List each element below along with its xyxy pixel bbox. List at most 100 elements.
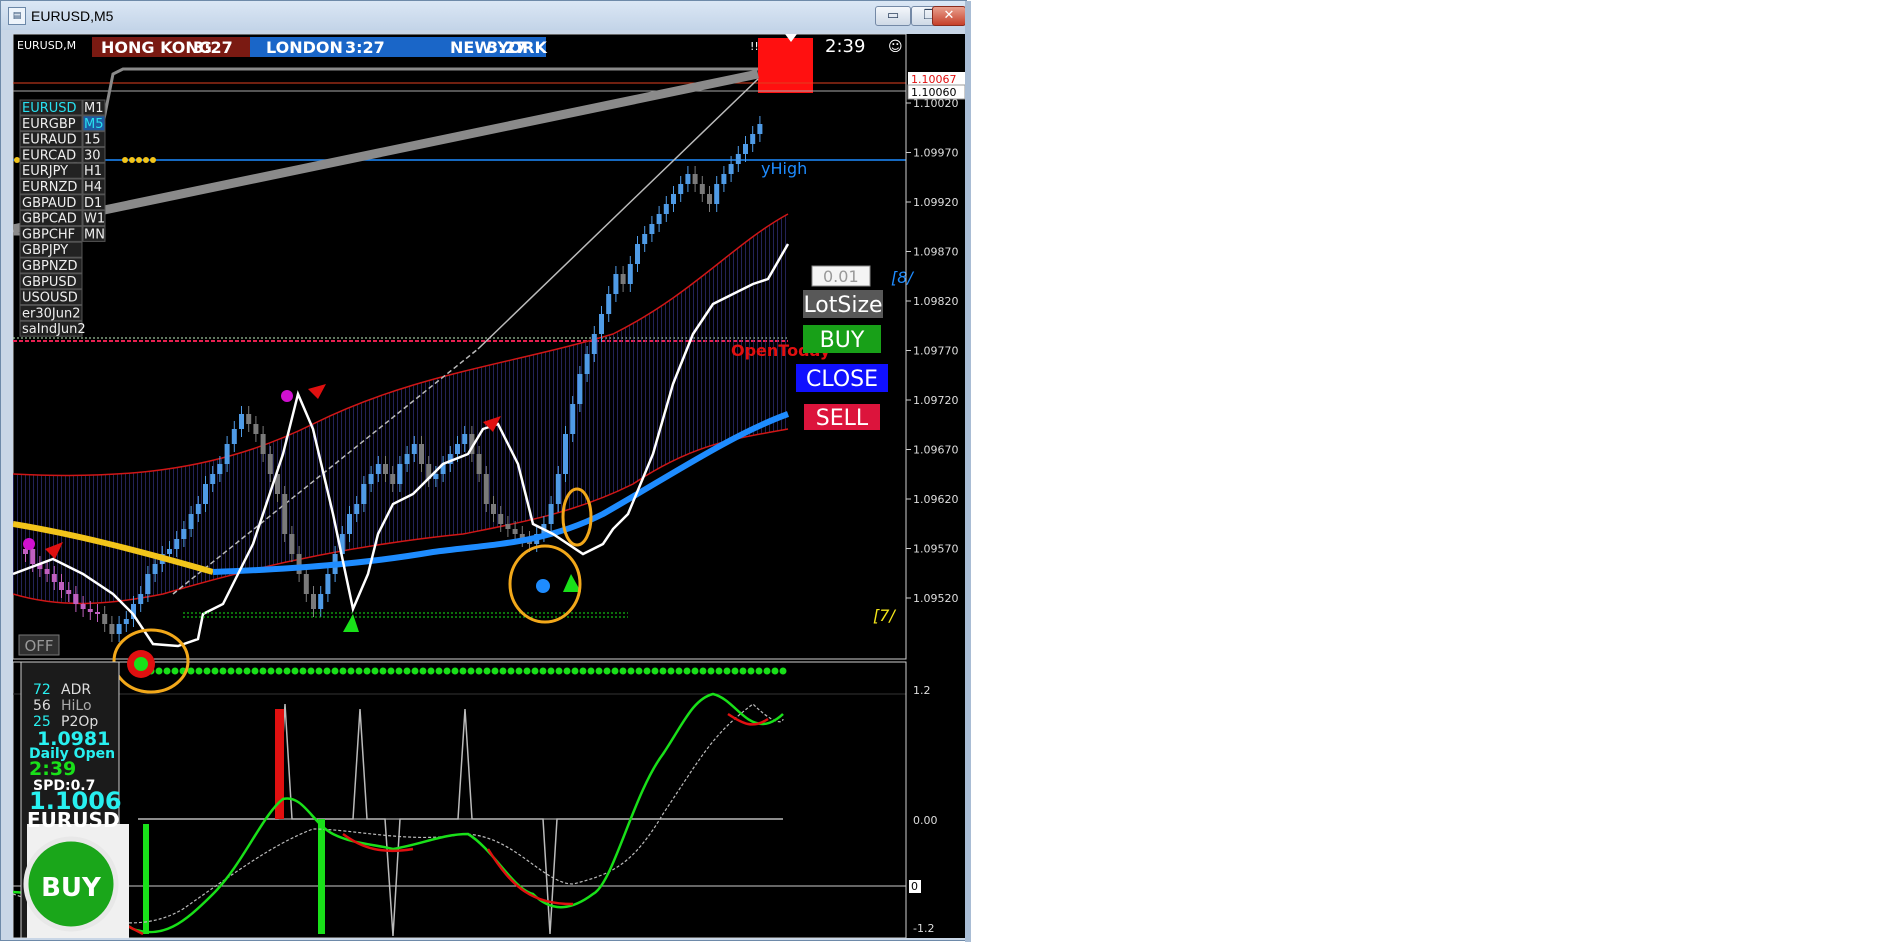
support-dot — [491, 667, 499, 675]
support-dot — [603, 667, 611, 675]
price-label: 1.09670 — [913, 444, 959, 457]
candle-body — [59, 582, 64, 590]
adr-label: ADR — [61, 682, 91, 698]
candle-body — [728, 164, 734, 174]
symbol-item-gbpnzd[interactable]: GBPNZD — [19, 257, 83, 274]
symbol-item-gbpjpy[interactable]: GBPJPY — [19, 241, 83, 258]
candle-body — [613, 274, 619, 294]
symbol-item-er30jun2[interactable]: er30Jun2 — [19, 304, 83, 321]
support-dot — [739, 667, 747, 675]
candle-body — [714, 184, 720, 204]
timeframe-item-m1[interactable]: M1 — [82, 99, 106, 116]
symbol-item-gbpusd[interactable]: GBPUSD — [19, 273, 83, 290]
support-dot — [555, 667, 563, 675]
candle-body — [267, 454, 273, 474]
indicator-axis-label: 1.2 — [913, 684, 931, 697]
close-window-button[interactable]: ✕ — [932, 6, 966, 26]
support-dot — [355, 667, 363, 675]
symbol-list[interactable]: EURUSDEURGBPEURAUDEURCADEURJPYEURNZDGBPA… — [19, 99, 86, 337]
support-dot — [403, 667, 411, 675]
svg-text:USOUSD: USOUSD — [22, 291, 78, 306]
buy-signal-label: BUY — [41, 873, 102, 903]
symbol-item-eurnzd[interactable]: EURNZD — [19, 178, 83, 195]
candle-body — [404, 454, 410, 464]
candle-body — [548, 504, 554, 524]
chart-area[interactable]: HONG KONG 3:27 LONDON 3:27 NEW YORK 3:27… — [13, 34, 965, 938]
support-dot — [667, 667, 675, 675]
support-dot — [323, 667, 331, 675]
svg-text:er30Jun2: er30Jun2 — [22, 306, 80, 321]
svg-text:EURJPY: EURJPY — [22, 164, 68, 179]
svg-text:saIndJun2: saIndJun2 — [22, 322, 86, 337]
support-dot — [539, 667, 547, 675]
support-dot — [531, 667, 539, 675]
timeframe-item-h1[interactable]: H1 — [82, 162, 106, 179]
support-dot — [155, 667, 163, 675]
support-dot — [699, 667, 707, 675]
candle-body — [620, 274, 626, 284]
price-chart-svg[interactable]: HONG KONG 3:27 LONDON 3:27 NEW YORK 3:27… — [13, 34, 965, 938]
title-bar[interactable]: ▤ EURUSD,M5 ▭ ❐ ✕ — [1, 1, 966, 30]
timeframe-item-30[interactable]: 30 — [82, 146, 106, 163]
timeframe-item-m5[interactable]: M5 — [82, 115, 106, 132]
symbol-item-eurusd[interactable]: EURUSD — [19, 99, 83, 116]
timeframe-item-15[interactable]: 15 — [82, 131, 106, 148]
candle-body — [231, 429, 237, 444]
candle-body — [51, 574, 57, 582]
support-dot — [435, 667, 443, 675]
blue-dot-marker — [536, 579, 550, 593]
support-dot — [411, 667, 419, 675]
symbol-item-euraud[interactable]: EURAUD — [19, 131, 83, 148]
svg-text:EURUSD: EURUSD — [22, 101, 77, 116]
indicator-axis-label: -1.2 — [913, 922, 934, 935]
symbol-item-gbpchf[interactable]: GBPCHF — [19, 225, 83, 242]
candle-body — [44, 569, 50, 574]
support-dot — [331, 667, 339, 675]
timeframe-item-w1[interactable]: W1 — [82, 210, 106, 227]
price-label: 1.09970 — [913, 147, 959, 160]
info-symbol: EURUSD — [27, 808, 120, 832]
price-axis: 1.100201.099701.099201.098701.098201.097… — [905, 34, 959, 659]
support-dot — [611, 667, 619, 675]
symbol-item-saindjun2[interactable]: saIndJun2 — [19, 320, 86, 337]
candle-body — [476, 454, 482, 474]
support-dot — [755, 667, 763, 675]
timeframe-item-mn[interactable]: MN — [82, 225, 106, 242]
timeframe-item-h4[interactable]: H4 — [82, 178, 106, 195]
svg-text:GBPAUD: GBPAUD — [22, 196, 76, 211]
support-dot — [203, 667, 211, 675]
candle-body — [181, 529, 187, 539]
symbol-item-gbpcad[interactable]: GBPCAD — [19, 210, 83, 227]
off-button[interactable]: OFF — [18, 634, 60, 656]
support-dot — [651, 667, 659, 675]
countdown-block — [758, 38, 813, 93]
candle-body — [627, 264, 633, 284]
timeframe-item-d1[interactable]: D1 — [82, 194, 106, 211]
minimize-button[interactable]: ▭ — [875, 6, 911, 26]
candle-body — [296, 554, 302, 574]
symbol-item-eurcad[interactable]: EURCAD — [19, 146, 83, 163]
candle-body — [152, 564, 158, 574]
candle-body — [203, 484, 208, 504]
support-dot — [211, 667, 219, 675]
info-box: BUY 72 ADR 56 HiLo 25 P2Op 1.0981 Daily … — [20, 661, 129, 938]
symbol-item-eurgbp[interactable]: EURGBP — [19, 115, 83, 132]
support-dot — [443, 667, 451, 675]
candle-body — [692, 174, 698, 184]
svg-text:GBPCAD: GBPCAD — [22, 212, 77, 227]
timeframe-list[interactable]: M1M51530H1H4D1W1MN — [82, 99, 106, 242]
support-dot — [347, 667, 355, 675]
symbol-item-eurjpy[interactable]: EURJPY — [19, 162, 83, 179]
symbol-item-gbpaud[interactable]: GBPAUD — [19, 194, 83, 211]
support-dot — [707, 667, 715, 675]
candle-body — [563, 434, 568, 474]
candle-body — [246, 414, 252, 424]
support-dot — [635, 667, 643, 675]
support-dot — [379, 667, 387, 675]
candle-body — [606, 294, 612, 314]
green-buy-marker — [134, 657, 148, 671]
svg-text:EURAUD: EURAUD — [22, 133, 77, 148]
symbol-item-usousd[interactable]: USOUSD — [19, 289, 83, 306]
candle-body — [699, 184, 705, 194]
support-dot — [587, 667, 595, 675]
